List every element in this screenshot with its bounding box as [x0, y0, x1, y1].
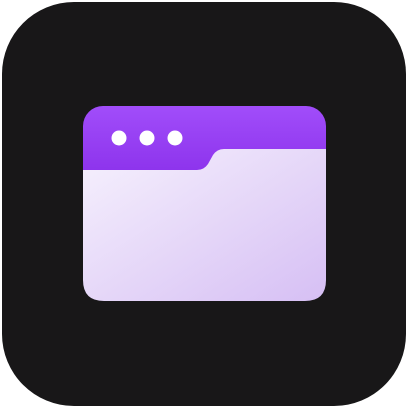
app-icon[interactable]	[0, 0, 408, 408]
window-body	[83, 149, 326, 301]
window-controls	[111, 130, 183, 146]
window-dot-icon	[139, 130, 155, 146]
app-icon-stage	[0, 0, 408, 408]
window-dot-icon	[111, 130, 127, 146]
window-dot-icon	[167, 130, 183, 146]
